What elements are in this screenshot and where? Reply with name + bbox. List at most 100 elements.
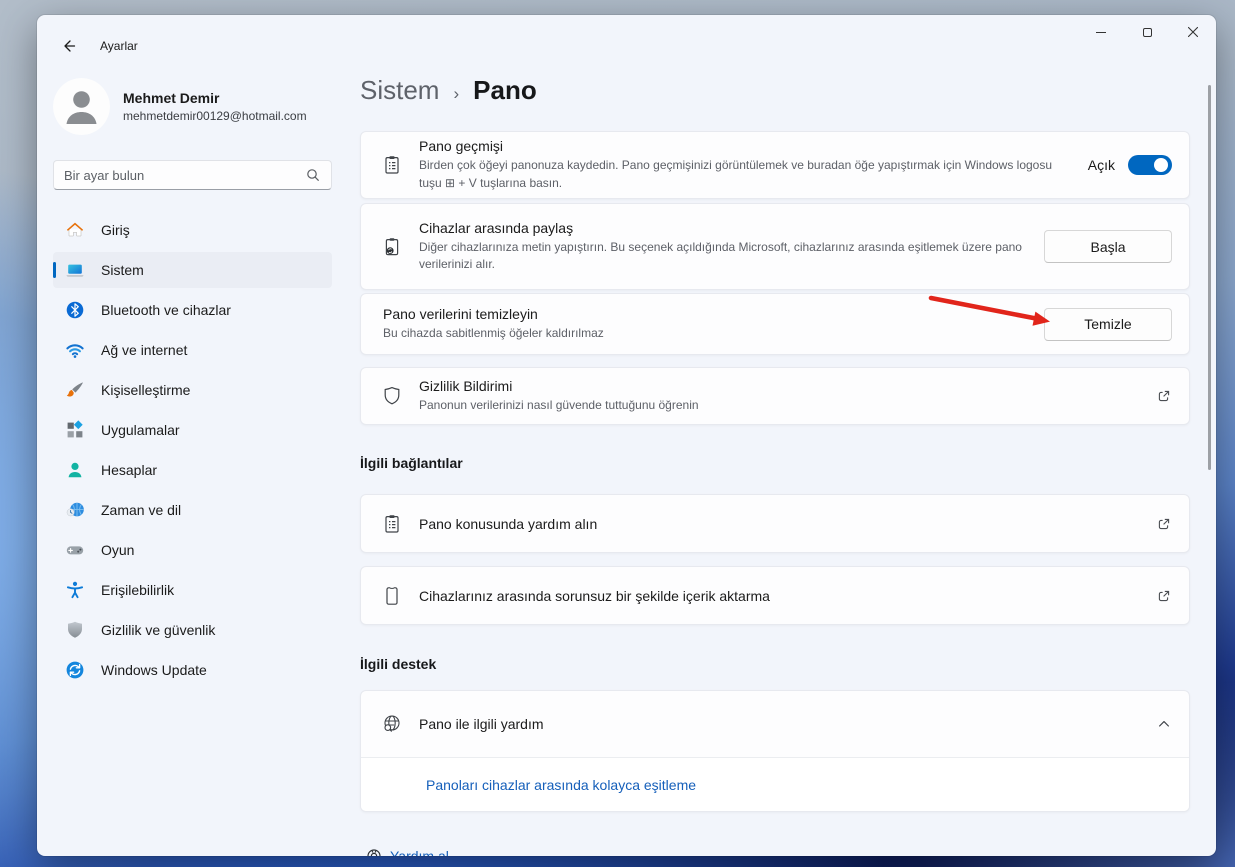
scrollbar[interactable]: [1208, 85, 1211, 470]
help-icon: [366, 848, 382, 856]
shield-icon: [381, 385, 403, 407]
web-help-icon: [381, 713, 403, 735]
external-link-icon: [1156, 516, 1172, 532]
sidebar-item-erisilebilirlik[interactable]: Erişilebilirlik: [53, 572, 332, 608]
sidebar-item-label: Sistem: [101, 262, 144, 278]
toggle-knob: [1154, 158, 1168, 172]
card-support-expander: Pano ile ilgili yardım Panoları cihazlar…: [360, 690, 1190, 812]
sidebar-item-label: Windows Update: [101, 662, 207, 678]
close-icon: [1187, 26, 1199, 38]
sidebar-item-windows-update[interactable]: Windows Update: [53, 652, 332, 688]
network-icon: [65, 340, 85, 360]
sidebar-item-label: Oyun: [101, 542, 134, 558]
card-share-across-devices: Cihazlar arasında paylaş Diğer cihazları…: [360, 203, 1190, 290]
card-transfer-content-link[interactable]: Cihazlarınız arasında sorunsuz bir şekil…: [360, 566, 1190, 625]
home-icon: [65, 220, 85, 240]
setting-title: Pano verilerini temizleyin: [383, 306, 1030, 322]
maximize-icon: [1143, 28, 1152, 37]
time-language-icon: [65, 500, 85, 520]
personalization-icon: [65, 380, 85, 400]
desktop: { "window": { "title": "Ayarlar" }, "pro…: [0, 0, 1235, 867]
bluetooth-icon: [65, 300, 85, 320]
maximize-button[interactable]: [1124, 15, 1170, 49]
get-help-label: Yardım al: [390, 848, 449, 856]
external-link-icon: [1156, 588, 1172, 604]
card-clear-clipboard: Pano verilerini temizleyin Bu cihazda sa…: [360, 293, 1190, 355]
clear-button[interactable]: Temizle: [1044, 308, 1172, 341]
sidebar-nav: Giriş Sistem Bluetooth ve cihazlar Ağ ve…: [53, 212, 332, 688]
sidebar-item-uygulamalar[interactable]: Uygulamalar: [53, 412, 332, 448]
sidebar-item-label: Giriş: [101, 222, 130, 238]
gaming-icon: [65, 540, 85, 560]
accounts-icon: [65, 460, 85, 480]
setting-description: Birden çok öğeyi panonuza kaydedin. Pano…: [419, 157, 1074, 192]
clipboard-history-icon: [381, 154, 403, 176]
section-heading-related-links: İlgili bağlantılar: [360, 455, 463, 471]
setting-title: Cihazlar arasında paylaş: [419, 220, 1030, 236]
sidebar-item-label: Gizlilik ve güvenlik: [101, 622, 215, 638]
sidebar-item-giris[interactable]: Giriş: [53, 212, 332, 248]
titlebar: Ayarlar: [60, 37, 138, 55]
start-button[interactable]: Başla: [1044, 230, 1172, 263]
sidebar-item-label: Bluetooth ve cihazlar: [101, 302, 231, 318]
sidebar-item-hesaplar[interactable]: Hesaplar: [53, 452, 332, 488]
accessibility-icon: [65, 580, 85, 600]
profile-email: mehmetdemir00129@hotmail.com: [123, 109, 307, 123]
sidebar-item-label: Hesaplar: [101, 462, 157, 478]
avatar: [53, 78, 110, 135]
support-expander-header[interactable]: Pano ile ilgili yardım: [361, 691, 1189, 757]
section-heading-related-support: İlgili destek: [360, 656, 436, 672]
card-clipboard-history: Pano geçmişi Birden çok öğeyi panonuza k…: [360, 131, 1190, 199]
support-expander-body: Panoları cihazlar arasında kolayca eşitl…: [361, 757, 1189, 811]
sidebar-item-label: Zaman ve dil: [101, 502, 181, 518]
minimize-icon: [1096, 32, 1106, 33]
share-devices-icon: [381, 236, 403, 258]
support-expander-title: Pano ile ilgili yardım: [419, 716, 1142, 732]
sidebar-item-bluetooth[interactable]: Bluetooth ve cihazlar: [53, 292, 332, 328]
setting-description: Bu cihazda sabitlenmiş öğeler kaldırılma…: [383, 325, 1030, 342]
privacy-icon: [65, 620, 85, 640]
windows-update-icon: [65, 660, 85, 680]
setting-description: Diğer cihazlarınıza metin yapıştırın. Bu…: [419, 239, 1030, 274]
back-button[interactable]: [60, 37, 78, 55]
user-profile[interactable]: Mehmet Demir mehmetdemir00129@hotmail.co…: [53, 78, 307, 135]
sidebar-item-oyun[interactable]: Oyun: [53, 532, 332, 568]
minimize-button[interactable]: [1078, 15, 1124, 49]
settings-search: [53, 160, 332, 190]
apps-icon: [65, 420, 85, 440]
settings-window: Ayarlar Mehmet Demir mehmetdemir00129@ho…: [37, 15, 1216, 856]
get-help-link[interactable]: Yardım al: [366, 848, 449, 856]
breadcrumb: Sistem › Pano: [360, 75, 537, 106]
sidebar-item-label: Uygulamalar: [101, 422, 180, 438]
card-privacy-statement[interactable]: Gizlilik Bildirimi Panonun verilerinizi …: [360, 367, 1190, 425]
clipboard-help-icon: [381, 513, 403, 535]
page-title: Pano: [473, 75, 537, 106]
sidebar-item-ag-internet[interactable]: Ağ ve internet: [53, 332, 332, 368]
card-clipboard-help-link[interactable]: Pano konusunda yardım alın: [360, 494, 1190, 553]
sync-clipboards-link[interactable]: Panoları cihazlar arasında kolayca eşitl…: [426, 777, 696, 793]
sidebar-item-label: Erişilebilirlik: [101, 582, 174, 598]
setting-title: Pano geçmişi: [419, 138, 1074, 154]
breadcrumb-separator: ›: [453, 84, 459, 104]
setting-title: Gizlilik Bildirimi: [419, 378, 1142, 394]
profile-name: Mehmet Demir: [123, 90, 307, 106]
sidebar-item-kisisellestirme[interactable]: Kişiselleştirme: [53, 372, 332, 408]
app-title: Ayarlar: [100, 39, 138, 53]
sidebar-item-zaman-dil[interactable]: Zaman ve dil: [53, 492, 332, 528]
close-button[interactable]: [1170, 15, 1216, 49]
breadcrumb-parent[interactable]: Sistem: [360, 75, 439, 106]
document-icon: [381, 585, 403, 607]
link-title: Pano konusunda yardım alın: [419, 516, 1142, 532]
clipboard-history-toggle[interactable]: [1128, 155, 1172, 175]
sidebar-item-label: Ağ ve internet: [101, 342, 187, 358]
setting-description: Panonun verilerinizi nasıl güvende tuttu…: [419, 397, 1142, 414]
toggle-state-label: Açık: [1088, 157, 1115, 173]
link-title: Cihazlarınız arasında sorunsuz bir şekil…: [419, 588, 1142, 604]
sidebar-item-gizlilik[interactable]: Gizlilik ve güvenlik: [53, 612, 332, 648]
back-arrow-icon: [60, 37, 78, 55]
search-input[interactable]: [64, 168, 305, 183]
sidebar-item-sistem[interactable]: Sistem: [53, 252, 332, 288]
search-icon: [305, 167, 321, 183]
external-link-icon: [1156, 388, 1172, 404]
chevron-up-icon: [1156, 716, 1172, 732]
